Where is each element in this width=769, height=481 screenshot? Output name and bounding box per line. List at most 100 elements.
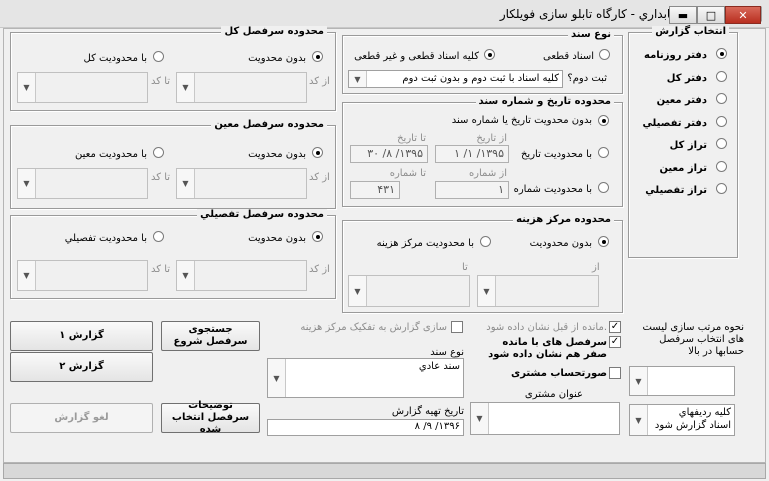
search-start-button[interactable]: جستجوی سرفصل شروع [161, 321, 260, 351]
report-item-0: دفتر روزنامه [644, 50, 707, 61]
moin-limit-label: با محدوديت معين [75, 149, 147, 160]
doc-type-final-label: اسناد قطعی [543, 51, 594, 62]
chevron-down-icon[interactable]: ▼ [630, 405, 648, 435]
report-1-button[interactable]: گزارش ۱ [10, 321, 153, 351]
customer-title-select[interactable]: ▼ [470, 402, 620, 435]
cost-center-display-checkbox[interactable] [451, 321, 463, 333]
report-radio-3[interactable] [716, 115, 727, 127]
ledger-total-title: محدوده سرفصل کل [221, 26, 327, 38]
moin-none-label: بدون محدويت [248, 149, 306, 160]
moin-from-select[interactable]: ▼ [176, 168, 307, 199]
second-entry-select[interactable]: ▼ کليه اسناد با ثبت دوم و بدون ثبت دوم [348, 70, 563, 88]
date-limit-radio[interactable] [598, 147, 609, 158]
tafsili-from-select[interactable]: ▼ [176, 260, 307, 291]
cost-none-radio[interactable] [598, 236, 609, 247]
customer-statement-label: صورتحساب مشتری [511, 368, 607, 379]
doc-type-all-label: کليه اسناد قطعی و غير قطعی [354, 51, 479, 62]
cost-to-select[interactable]: ▼ [348, 275, 470, 307]
total-from-label: از کد [309, 76, 330, 87]
chevron-down-icon[interactable]: ▼ [630, 367, 648, 395]
title-bar: گزارشات حسابداري - کارگاه تابلو سازی فوی… [0, 0, 769, 28]
report-radio-6[interactable] [716, 183, 727, 194]
total-from-select[interactable]: ▼ [176, 72, 307, 103]
tafsili-from-label: از کد [309, 264, 330, 275]
chevron-down-icon[interactable]: ▼ [177, 261, 195, 290]
total-limit-label: با محدوديت کل [83, 53, 147, 64]
second-entry-value: کليه اسناد با ثبت دوم و بدون ثبت دوم [402, 73, 559, 84]
date-none-radio[interactable] [598, 115, 609, 126]
to-number-field[interactable]: ۴۳۱ [350, 181, 400, 199]
report-radio-2[interactable] [716, 93, 727, 104]
cost-limit-radio[interactable] [480, 236, 491, 247]
report-2-button[interactable]: گزارش ۲ [10, 352, 153, 382]
zero-balance-checkbox[interactable]: ✓ [609, 336, 621, 348]
moin-to-select[interactable]: ▼ [17, 168, 148, 199]
chevron-down-icon[interactable]: ▼ [18, 73, 36, 102]
report-item-2: دفتر معين [656, 95, 707, 106]
moin-none-radio[interactable] [312, 147, 323, 158]
report-radio-0[interactable] [716, 48, 727, 59]
minimize-button[interactable]: ▬ [669, 6, 697, 24]
chevron-down-icon[interactable]: ▼ [18, 261, 36, 290]
total-limit-radio[interactable] [153, 51, 164, 62]
cost-center-title: محدوده مرکز هزينه [513, 214, 614, 226]
cancel-report-button[interactable]: لغو گزارش [10, 403, 153, 433]
from-number-field[interactable]: ۱ [435, 181, 509, 199]
chevron-down-icon[interactable]: ▼ [349, 71, 367, 87]
doc-kind-value: سند عادي [418, 361, 460, 372]
tafsili-limit-radio[interactable] [153, 231, 164, 242]
report-item-4: تراز کل [669, 140, 707, 151]
second-entry-label: ثبت دوم؟ [567, 73, 607, 84]
moin-from-label: از کد [309, 172, 330, 183]
report-item-3: دفتر تفصيلي [642, 117, 707, 129]
report-radio-5[interactable] [716, 160, 727, 172]
tafsili-none-label: بدون محدويت [248, 233, 306, 244]
rows-option-select[interactable]: ▼ کليه رديفهاي اسناد گزارش شود [629, 404, 735, 436]
selected-desc-button[interactable]: توضيحات سرفصل انتخاب شده [161, 400, 260, 435]
chevron-down-icon[interactable]: ▼ [177, 73, 195, 102]
to-number-label: تا شماره [389, 168, 426, 179]
report-radio-4[interactable] [716, 138, 727, 149]
chevron-down-icon[interactable]: ▼ [268, 359, 286, 397]
report-item-5: تراز معين [659, 162, 707, 174]
chevron-down-icon[interactable]: ▼ [349, 276, 367, 306]
zero-balance-label: سرفصل های با مانده صفر هم نشان داده شود [488, 337, 607, 360]
print-date-label: تاريخ تهيه گزارش [391, 406, 464, 417]
total-none-label: بدون محدويت [248, 53, 306, 64]
to-date-field[interactable]: ۱۳۹۵/ ۸/ ۳۰ [350, 145, 428, 163]
doc-type-all-radio[interactable] [484, 49, 495, 60]
tafsili-none-radio[interactable] [312, 231, 323, 242]
doc-kind-select[interactable]: ▼ سند عادي [267, 358, 464, 398]
print-date-field[interactable]: ۱۳۹۶/ ۹/ ۸ [267, 419, 464, 436]
tafsili-limit-label: با محدوديت تفصيلي [64, 233, 147, 244]
maximize-button[interactable]: □ [697, 6, 725, 24]
cost-center-display-label: سازی گزارش به تفکيک مرکز هزينه [300, 322, 447, 333]
cost-from-select[interactable]: ▼ [477, 275, 599, 307]
moin-limit-radio[interactable] [153, 147, 164, 158]
number-limit-label: با محدوديت شماره [513, 184, 592, 195]
sort-select[interactable]: ▼ [629, 366, 735, 396]
date-none-label: بدون محدويت تاريخ يا شماره سند [451, 115, 592, 126]
close-button[interactable]: ✕ [725, 6, 761, 24]
doc-type-title: نوع سند [567, 29, 614, 41]
rows-option-line1: کليه رديفهاي [678, 407, 731, 418]
cost-limit-label: با محدوديت مرکز هزينه [376, 238, 474, 249]
tafsili-to-label: تا کد [151, 264, 171, 275]
chevron-down-icon[interactable]: ▼ [177, 169, 195, 198]
chevron-down-icon[interactable]: ▼ [478, 276, 496, 306]
chevron-down-icon[interactable]: ▼ [18, 169, 36, 198]
total-none-radio[interactable] [312, 51, 323, 62]
from-date-field[interactable]: ۱۳۹۵/ ۱/ ۱ [435, 145, 509, 163]
print-date-value: ۱۳۹۶/ ۹/ ۸ [414, 421, 460, 432]
chevron-down-icon[interactable]: ▼ [471, 403, 489, 434]
report-radio-1[interactable] [716, 70, 727, 82]
customer-statement-checkbox[interactable] [609, 367, 621, 379]
sort-note: نحوه مرتب سازی ليست های انتخاب سرفصل حسا… [642, 322, 744, 357]
remaining-checkbox[interactable]: ✓ [609, 321, 621, 333]
total-to-label: تا کد [151, 76, 171, 87]
tafsili-to-select[interactable]: ▼ [17, 260, 148, 291]
cost-from-label: از [592, 262, 600, 273]
number-limit-radio[interactable] [598, 182, 609, 193]
total-to-select[interactable]: ▼ [17, 72, 148, 103]
doc-type-final-radio[interactable] [599, 49, 610, 60]
